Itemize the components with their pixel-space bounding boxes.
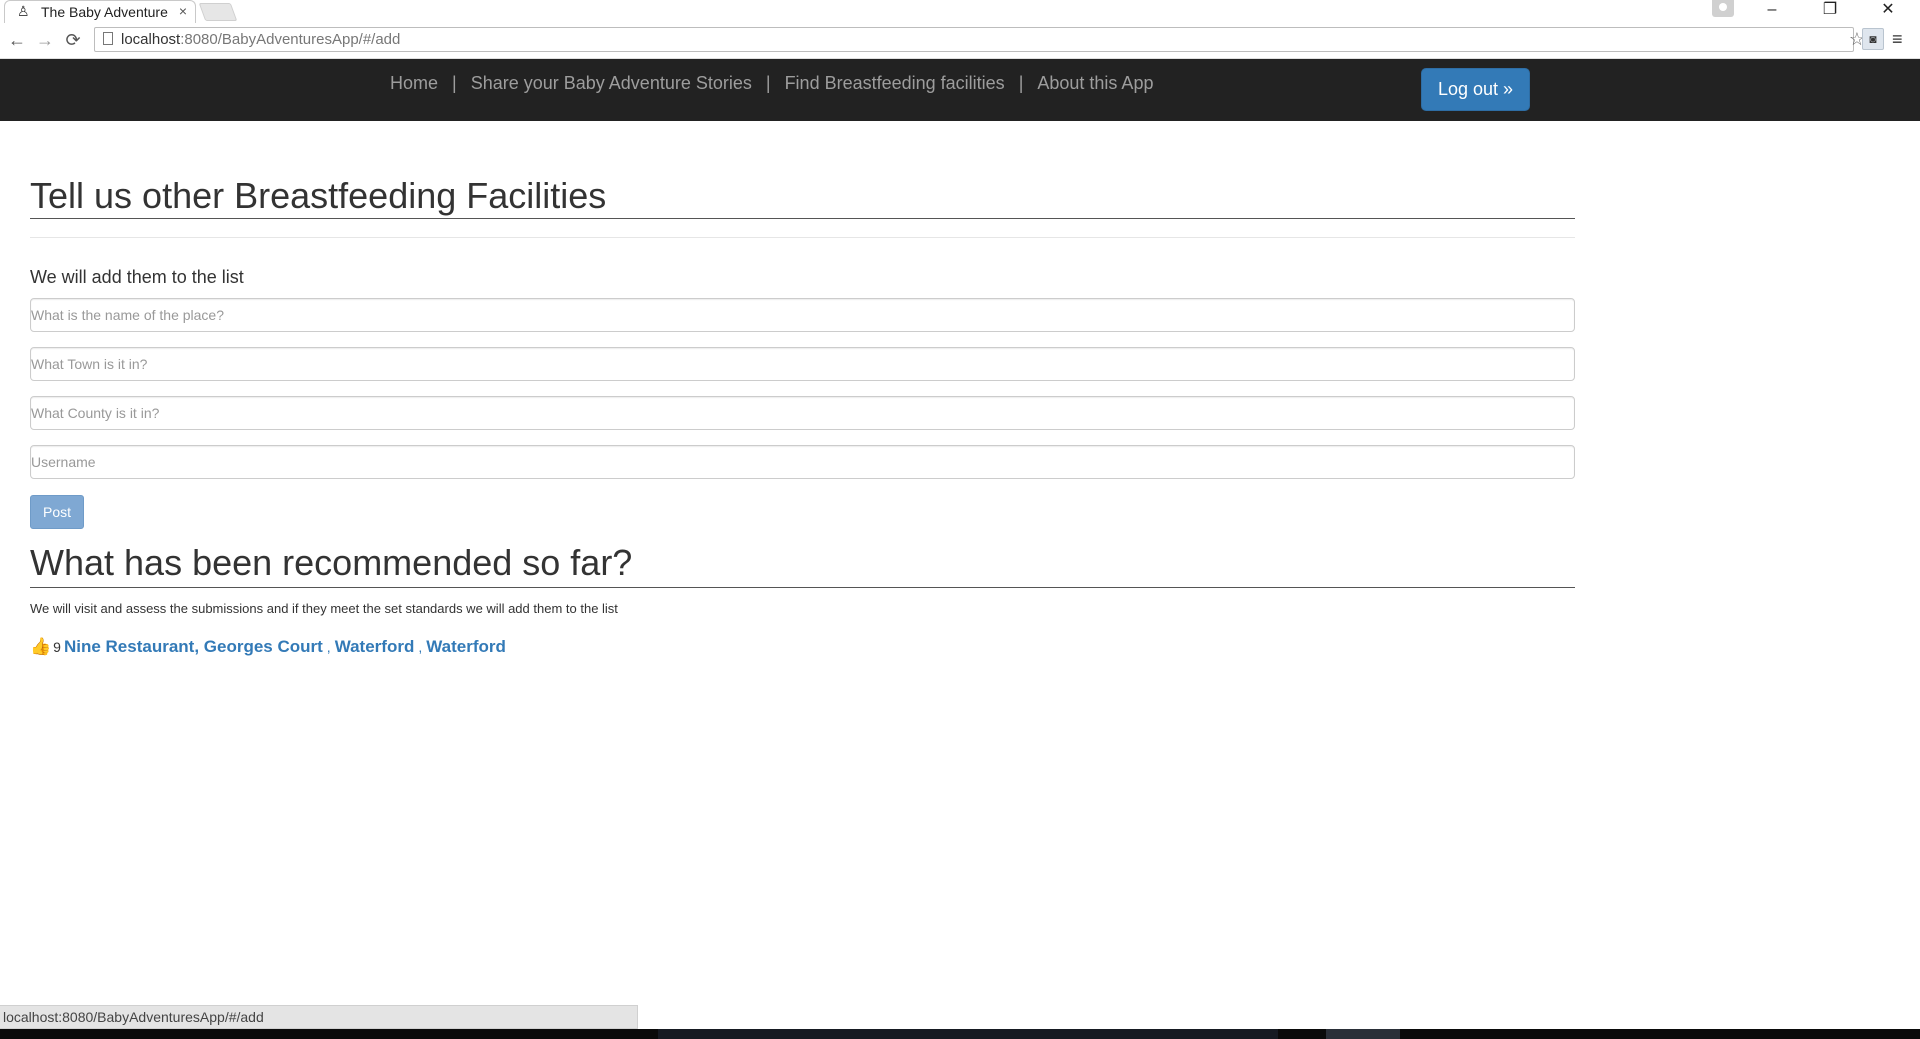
url-text: localhost:8080/BabyAdventuresApp/#/add <box>121 31 401 48</box>
nav-find-facilities-link[interactable]: Find Breastfeeding facilities <box>785 73 1005 93</box>
reload-icon[interactable]: ⟳ <box>62 29 84 51</box>
browser-menu-icon[interactable]: ≡ <box>1892 29 1903 50</box>
recommendation-place-link[interactable]: Nine Restaurant, Georges Court <box>64 637 323 656</box>
restore-icon[interactable]: ❐ <box>1810 0 1850 23</box>
recommendations-note: We will visit and assess the submissions… <box>30 601 618 616</box>
new-tab-button[interactable] <box>198 3 238 21</box>
page-icon <box>103 32 113 45</box>
logout-button[interactable]: Log out » <box>1421 68 1530 111</box>
nav-about-link[interactable]: About this App <box>1037 73 1153 93</box>
browser-toolbar: ← → ⟳ localhost:8080/BabyAdventuresApp/#… <box>0 23 1920 59</box>
recommendations-underline <box>30 587 1575 588</box>
page-title: Tell us other Breastfeeding Facilities <box>30 175 607 216</box>
recommendations-title: What has been recommended so far? <box>30 542 633 583</box>
window-close-icon[interactable]: ✕ <box>1868 0 1908 23</box>
taskbar-segment <box>658 1029 1278 1039</box>
taskbar-active-segment <box>1326 1029 1400 1039</box>
recommendation-county-link[interactable]: Waterford <box>426 637 506 656</box>
nav-share-stories-link[interactable]: Share your Baby Adventure Stories <box>471 73 752 93</box>
form-subtitle: We will add them to the list <box>30 267 244 287</box>
comma-separator: , <box>418 639 423 655</box>
extension-icon[interactable]: ◙ <box>1862 28 1884 50</box>
username-input[interactable] <box>30 445 1575 479</box>
recommendation-item: 👍 9 Nine Restaurant, Georges Court, Waterfo… <box>30 637 506 657</box>
nav-separator: | <box>1018 73 1024 93</box>
tab-close-icon[interactable]: × <box>179 3 187 19</box>
back-icon[interactable]: ← <box>6 29 28 51</box>
town-input[interactable] <box>30 347 1575 381</box>
title-underline <box>30 218 1575 219</box>
minimize-icon[interactable]: – <box>1752 0 1792 23</box>
profile-icon[interactable] <box>1712 0 1734 17</box>
browser-tab[interactable]: ♙ The Baby Adventure × <box>4 0 196 23</box>
nav-home-link[interactable]: Home <box>390 73 438 93</box>
county-input[interactable] <box>30 396 1575 430</box>
nav-links: Home | Share your Baby Adventure Stories | F… <box>390 73 1153 94</box>
forward-icon[interactable]: → <box>34 29 56 51</box>
browser-tabstrip: ♙ The Baby Adventure × – ❐ ✕ <box>0 0 1920 23</box>
taskbar <box>0 1029 1920 1039</box>
nav-separator: | <box>765 73 771 93</box>
thumbs-up-icon[interactable]: 👍 <box>30 637 51 656</box>
nav-separator: | <box>452 73 457 93</box>
recommendation-town-link[interactable]: Waterford <box>335 637 415 656</box>
status-bubble: localhost:8080/BabyAdventuresApp/#/add <box>0 1005 638 1029</box>
site-navbar: Home | Share your Baby Adventure Stories | F… <box>0 59 1920 121</box>
baby-favicon-icon: ♙ <box>17 3 30 19</box>
address-bar[interactable]: localhost:8080/BabyAdventuresApp/#/add ☆ <box>94 27 1865 52</box>
post-button[interactable]: Post <box>30 495 84 529</box>
place-name-input[interactable] <box>30 298 1575 332</box>
like-count: 9 <box>53 639 61 655</box>
tab-title: The Baby Adventure <box>41 4 168 20</box>
divider <box>30 237 1575 238</box>
comma-separator: , <box>326 639 331 655</box>
